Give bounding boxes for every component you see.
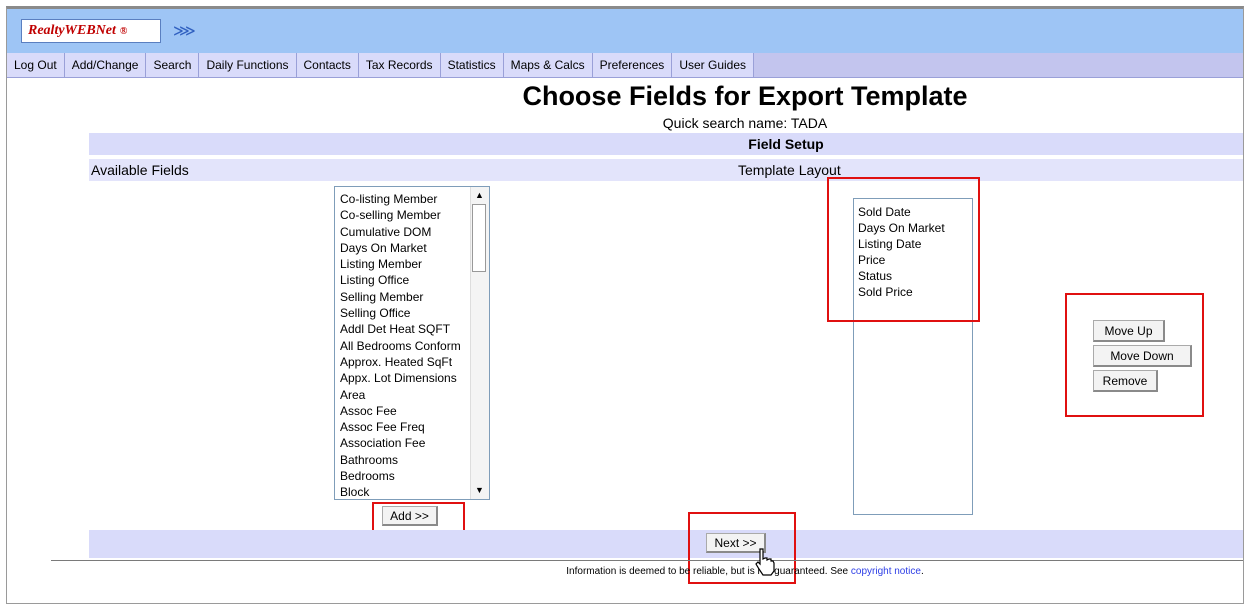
main-nav: Log Out Add/Change Search Daily Functions Co…: [7, 53, 1243, 78]
available-fields-options: Co-listing Member Co-selling Member Cumula…: [340, 191, 461, 499]
fast-forward-icon[interactable]: ⋙: [173, 21, 196, 41]
available-field-option[interactable]: Association Fee: [340, 435, 461, 451]
available-field-option[interactable]: Block: [340, 484, 461, 499]
nav-item-maps-calcs[interactable]: Maps & Calcs: [504, 53, 593, 77]
nav-item-search[interactable]: Search: [146, 53, 200, 77]
available-field-option[interactable]: Co-selling Member: [340, 207, 461, 223]
scroll-up-icon[interactable]: ▲: [472, 188, 487, 203]
disclaimer-text: Information is deemed to be reliable, bu…: [566, 566, 851, 577]
logo-text: RealtyWEBNet: [28, 23, 116, 38]
hand-cursor-icon: [755, 548, 775, 576]
available-field-option[interactable]: Listing Office: [340, 272, 461, 288]
add-highlight-box: [372, 502, 465, 533]
template-layout-label: Template Layout: [738, 162, 841, 178]
available-field-option[interactable]: Selling Member: [340, 289, 461, 305]
template-highlight-box: [827, 177, 980, 322]
header-bar: RealtyWEBNet ® ⋙: [7, 9, 1243, 53]
available-field-option[interactable]: Listing Member: [340, 256, 461, 272]
nav-item-user-guides[interactable]: User Guides: [672, 53, 755, 77]
available-field-option[interactable]: All Bedrooms Conform: [340, 338, 461, 354]
available-field-option[interactable]: Appx. Lot Dimensions: [340, 370, 461, 386]
order-buttons-highlight-box: [1065, 293, 1204, 417]
nav-item-preferences[interactable]: Preferences: [593, 53, 673, 77]
browser-frame: RealtyWEBNet ® ⋙ Log Out Add/Change Search D…: [6, 6, 1244, 604]
available-field-option[interactable]: Cumulative DOM: [340, 224, 461, 240]
footer-divider: [51, 560, 1243, 561]
available-field-option[interactable]: Area: [340, 387, 461, 403]
nav-item-contacts[interactable]: Contacts: [297, 53, 359, 77]
field-setup-header: Field Setup: [89, 133, 1243, 155]
footer-band: [89, 530, 1243, 558]
page-title: Choose Fields for Export Template: [522, 81, 968, 111]
nav-item-tax-records[interactable]: Tax Records: [359, 53, 441, 77]
available-field-option[interactable]: Approx. Heated SqFt: [340, 354, 461, 370]
scroll-down-icon[interactable]: ▼: [472, 483, 487, 498]
column-headers: Available Fields Template Layout: [89, 159, 1243, 181]
available-field-option[interactable]: Assoc Fee Freq: [340, 419, 461, 435]
available-fields-label: Available Fields: [91, 162, 189, 178]
nav-items: Log Out Add/Change Search Daily Functions Co…: [7, 53, 755, 77]
brand-logo[interactable]: RealtyWEBNet ®: [21, 19, 161, 43]
disclaimer: Information is deemed to be reliable, bu…: [7, 566, 1243, 577]
available-field-option[interactable]: Co-listing Member: [340, 191, 461, 207]
nav-item-daily-functions[interactable]: Daily Functions: [199, 53, 297, 77]
available-fields-scrollbar[interactable]: ▲ ▼: [470, 187, 489, 499]
available-field-option[interactable]: Assoc Fee: [340, 403, 461, 419]
available-field-option[interactable]: Bathrooms: [340, 452, 461, 468]
registered-mark: ®: [119, 26, 128, 37]
scroll-thumb[interactable]: [472, 204, 486, 272]
nav-item-log-out[interactable]: Log Out: [7, 53, 65, 77]
nav-item-add-change[interactable]: Add/Change: [65, 53, 147, 77]
available-field-option[interactable]: Bedrooms: [340, 468, 461, 484]
disclaimer-end: .: [920, 566, 924, 577]
nav-item-statistics[interactable]: Statistics: [441, 53, 504, 77]
available-field-option[interactable]: Selling Office: [340, 305, 461, 321]
available-fields-list[interactable]: Co-listing Member Co-selling Member Cumula…: [334, 186, 490, 500]
available-field-option[interactable]: Days On Market: [340, 240, 461, 256]
copyright-notice-link[interactable]: copyright notice: [851, 566, 921, 577]
available-field-option[interactable]: Addl Det Heat SQFT: [340, 321, 461, 337]
quick-search-name: Quick search name: TADA: [662, 115, 828, 131]
